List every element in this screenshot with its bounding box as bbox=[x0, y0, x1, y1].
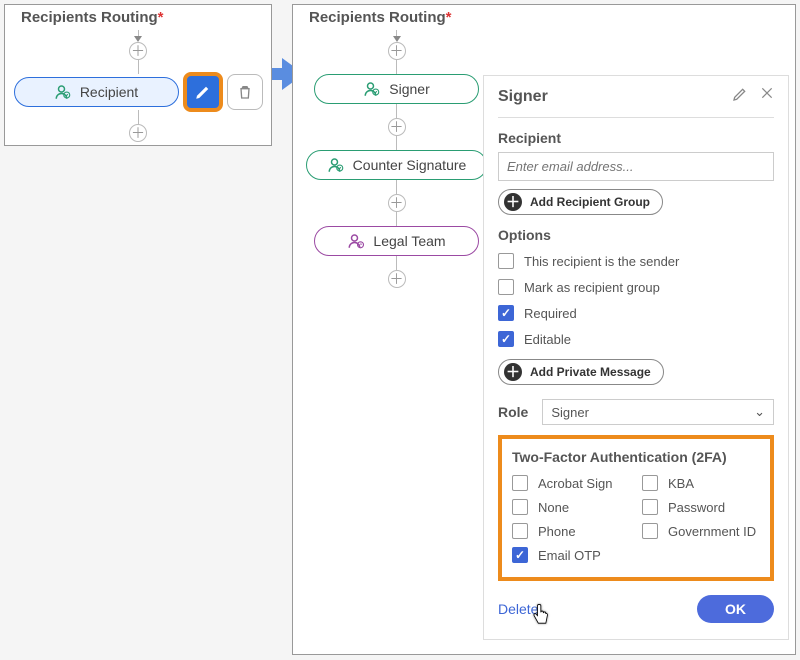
ok-button[interactable]: OK bbox=[697, 595, 774, 623]
node-label: Legal Team bbox=[373, 233, 445, 249]
checkbox[interactable] bbox=[512, 523, 528, 539]
chevron-down-icon: ⌄ bbox=[754, 404, 765, 420]
plus-icon: ＋ bbox=[504, 363, 522, 381]
checkbox[interactable] bbox=[642, 499, 658, 515]
heading-right: Recipients Routing* bbox=[293, 5, 795, 30]
edit-icon[interactable] bbox=[732, 86, 748, 107]
checkbox[interactable] bbox=[512, 547, 528, 563]
add-private-message-btn[interactable]: ＋ Add Private Message bbox=[498, 359, 664, 385]
recipient-node[interactable]: Recipient bbox=[14, 77, 179, 107]
checkbox[interactable] bbox=[498, 253, 514, 269]
tfa-kba[interactable]: KBA bbox=[642, 475, 760, 491]
select-value: Signer bbox=[551, 405, 589, 420]
checkbox[interactable] bbox=[498, 279, 514, 295]
signer-node[interactable]: Signer bbox=[314, 74, 479, 104]
legal-team-node[interactable]: Legal Team bbox=[314, 226, 479, 256]
checkbox[interactable] bbox=[498, 331, 514, 347]
options-label: Options bbox=[498, 227, 774, 243]
right-panel: Recipients Routing* ＋ Signer ＋ Counter S… bbox=[292, 4, 796, 655]
opt-group[interactable]: Mark as recipient group bbox=[498, 279, 774, 295]
tfa-password[interactable]: Password bbox=[642, 499, 760, 515]
btn-label: Add Private Message bbox=[530, 365, 651, 379]
tfa-label: Two-Factor Authentication (2FA) bbox=[512, 449, 760, 465]
insert-3-btn[interactable]: ＋ bbox=[388, 270, 406, 288]
checkbox[interactable] bbox=[512, 499, 528, 515]
recipient-editor-panel: Signer Recipient ＋ Add Recipient Group O… bbox=[483, 75, 789, 640]
person-icon bbox=[363, 80, 381, 98]
checkbox[interactable] bbox=[642, 475, 658, 491]
delete-link[interactable]: Delete bbox=[498, 601, 538, 617]
checkbox[interactable] bbox=[642, 523, 658, 539]
flow-start bbox=[393, 30, 401, 42]
opt-editable[interactable]: Editable bbox=[498, 331, 774, 347]
heading-left: Recipients Routing* bbox=[5, 5, 271, 30]
insert-0-btn[interactable]: ＋ bbox=[388, 42, 406, 60]
insert-before-btn[interactable]: ＋ bbox=[129, 42, 147, 60]
email-field[interactable] bbox=[498, 152, 774, 181]
node-label: Counter Signature bbox=[353, 157, 467, 173]
checkbox[interactable] bbox=[512, 475, 528, 491]
edit-recipient-btn[interactable] bbox=[185, 74, 221, 110]
tfa-section: Two-Factor Authentication (2FA) Acrobat … bbox=[498, 435, 774, 581]
tfa-none[interactable]: None bbox=[512, 499, 630, 515]
recipient-label: Recipient bbox=[498, 130, 774, 146]
left-panel: Recipients Routing* ＋ Recipient ＋ bbox=[4, 4, 272, 146]
person-icon bbox=[54, 83, 72, 101]
person-badge-icon bbox=[347, 232, 365, 250]
role-label: Role bbox=[498, 404, 528, 420]
insert-2-btn[interactable]: ＋ bbox=[388, 194, 406, 212]
person-icon bbox=[327, 156, 345, 174]
btn-label: Add Recipient Group bbox=[530, 195, 650, 209]
insert-after-btn[interactable]: ＋ bbox=[129, 124, 147, 142]
plus-icon: ＋ bbox=[504, 193, 522, 211]
node-label: Signer bbox=[389, 81, 429, 97]
opt-sender[interactable]: This recipient is the sender bbox=[498, 253, 774, 269]
tfa-emailotp[interactable]: Email OTP bbox=[512, 547, 630, 563]
panel-title: Signer bbox=[498, 88, 548, 106]
role-select[interactable]: Signer ⌄ bbox=[542, 399, 774, 425]
opt-required[interactable]: Required bbox=[498, 305, 774, 321]
close-icon[interactable] bbox=[760, 86, 774, 107]
counter-signature-node[interactable]: Counter Signature bbox=[306, 150, 488, 180]
add-recipient-group-btn[interactable]: ＋ Add Recipient Group bbox=[498, 189, 663, 215]
checkbox[interactable] bbox=[498, 305, 514, 321]
tfa-acrobat[interactable]: Acrobat Sign bbox=[512, 475, 630, 491]
tfa-govid[interactable]: Government ID bbox=[642, 523, 760, 539]
node-label: Recipient bbox=[80, 84, 138, 100]
insert-1-btn[interactable]: ＋ bbox=[388, 118, 406, 136]
delete-recipient-btn[interactable] bbox=[227, 74, 263, 110]
flow-start bbox=[134, 30, 142, 42]
tfa-phone[interactable]: Phone bbox=[512, 523, 630, 539]
